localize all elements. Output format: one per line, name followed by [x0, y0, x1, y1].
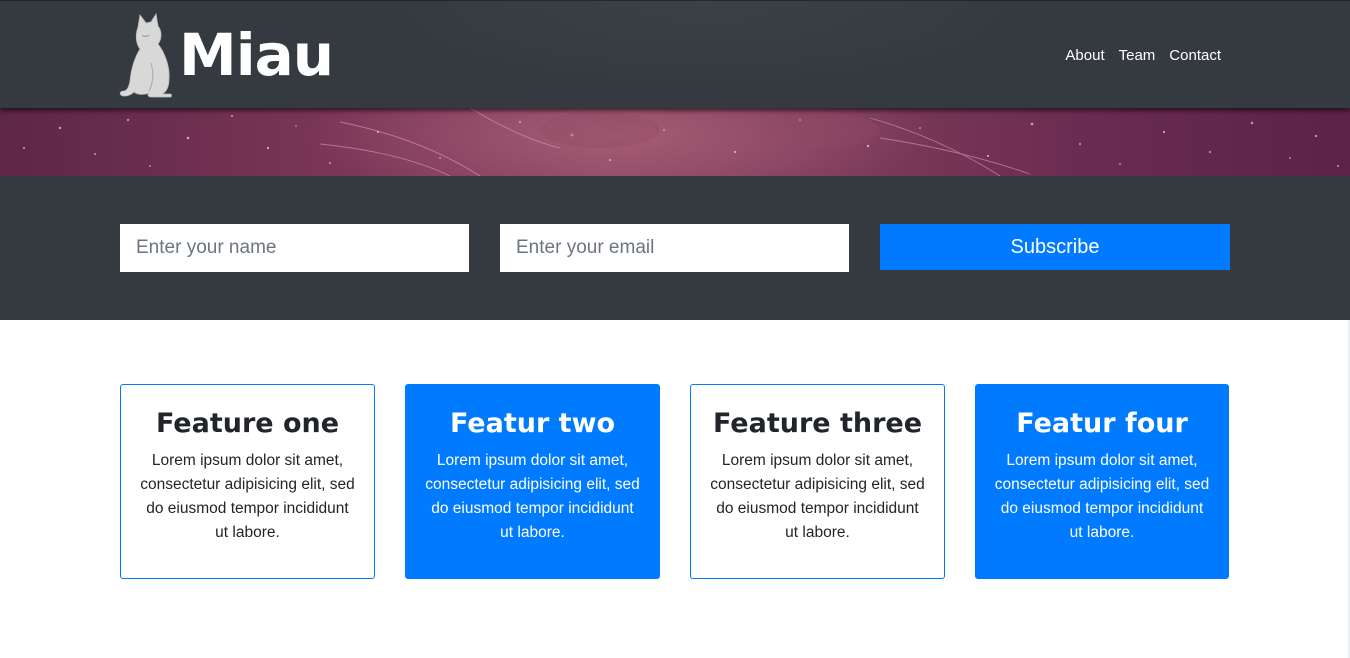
site-header: Miau About Team Contact — [0, 0, 1350, 108]
cat-icon[interactable] — [118, 13, 174, 99]
nav-link-team[interactable]: Team — [1119, 46, 1156, 66]
feature-text: Lorem ipsum dolor sit amet, consectetur … — [425, 452, 640, 541]
nav-link-about[interactable]: About — [1065, 46, 1104, 66]
hero-decoration — [23, 108, 1339, 176]
feature-card-two: Featur two Lorem ipsum dolor sit amet, c… — [405, 384, 660, 579]
feature-title: Feature three — [712, 408, 923, 439]
name-input[interactable] — [120, 224, 469, 272]
feature-text: Lorem ipsum dolor sit amet, consectetur … — [994, 452, 1210, 541]
feature-card-three: Feature three Lorem ipsum dolor sit amet… — [690, 384, 945, 579]
feature-title: Feature one — [155, 408, 340, 439]
feature-title: Featur two — [449, 408, 616, 439]
hero-banner-image — [0, 108, 1350, 176]
feature-card-one: Feature one Lorem ipsum dolor sit amet, … — [120, 384, 375, 579]
feature-card-four: Featur four Lorem ipsum dolor sit amet, … — [975, 384, 1229, 579]
feature-text: Lorem ipsum dolor sit amet, consectetur … — [710, 452, 925, 541]
feature-text: Lorem ipsum dolor sit amet, consectetur … — [140, 452, 355, 541]
brand-name[interactable]: Miau — [179, 15, 334, 95]
header-background-texture — [320, 1, 1020, 101]
feature-title: Featur four — [1016, 408, 1188, 439]
subscribe-button[interactable]: Subscribe — [880, 224, 1230, 270]
nav-link-contact[interactable]: Contact — [1169, 46, 1221, 66]
subscribe-section: Subscribe — [0, 176, 1350, 320]
email-input[interactable] — [500, 224, 849, 272]
main-nav: About Team Contact — [1065, 46, 1221, 66]
